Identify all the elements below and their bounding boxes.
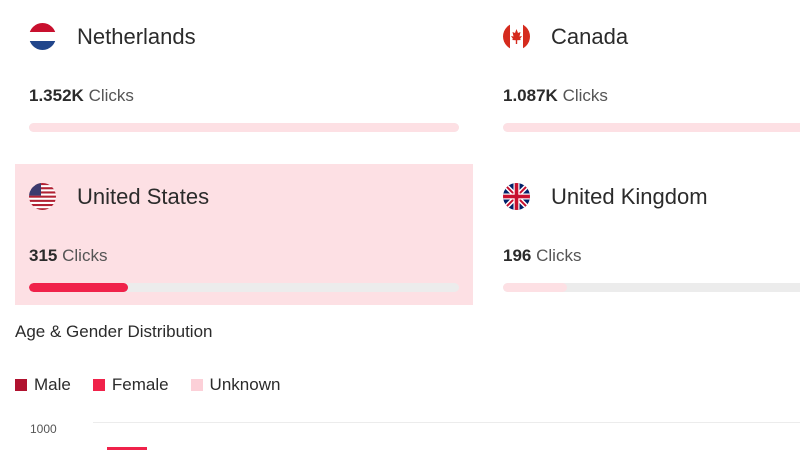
clicks-progress-fill <box>503 283 567 292</box>
chart-legend: Male Female Unknown <box>15 375 302 395</box>
country-card-united-kingdom[interactable]: United Kingdom 196 Clicks <box>489 164 800 305</box>
netherlands-flag-icon <box>29 23 56 50</box>
legend-label: Female <box>111 375 169 394</box>
legend-item-male[interactable]: Male <box>15 375 71 395</box>
clicks-progress-fill <box>29 283 128 292</box>
clicks-count: 196 Clicks <box>503 246 581 266</box>
country-name: Canada <box>551 24 629 49</box>
clicks-value: 315 <box>29 246 58 265</box>
clicks-count: 315 Clicks <box>29 246 107 266</box>
y-axis-tick: 1000 <box>30 422 57 436</box>
clicks-progress-bar <box>503 283 800 292</box>
clicks-label: Clicks <box>62 246 108 265</box>
legend-item-unknown[interactable]: Unknown <box>190 375 281 395</box>
clicks-label: Clicks <box>88 86 134 105</box>
clicks-progress-bar <box>29 283 459 292</box>
legend-swatch-unknown <box>190 379 203 391</box>
clicks-progress-bar <box>503 123 800 132</box>
country-name: United Kingdom <box>551 184 708 209</box>
clicks-label: Clicks <box>536 246 582 265</box>
clicks-count: 1.352K Clicks <box>29 86 134 106</box>
legend-label: Male <box>34 375 71 394</box>
clicks-value: 1.087K <box>503 86 558 105</box>
clicks-value: 1.352K <box>29 86 84 105</box>
chart-gridline <box>93 422 800 423</box>
age-gender-title: Age & Gender Distribution <box>15 322 213 341</box>
country-card-netherlands[interactable]: Netherlands 1.352K Clicks <box>15 4 473 145</box>
clicks-progress-fill <box>29 123 459 132</box>
canada-flag-icon <box>503 23 530 50</box>
country-name: United States <box>77 184 210 209</box>
legend-label: Unknown <box>209 375 281 394</box>
clicks-label: Clicks <box>562 86 608 105</box>
country-card-united-states[interactable]: United States 315 Clicks <box>15 164 473 305</box>
uk-flag-icon <box>503 183 530 210</box>
legend-item-female[interactable]: Female <box>92 375 169 395</box>
legend-swatch-female <box>92 379 105 391</box>
clicks-value: 196 <box>503 246 532 265</box>
legend-swatch-male <box>15 379 27 391</box>
country-card-canada[interactable]: Canada 1.087K Clicks <box>489 4 800 145</box>
country-name: Netherlands <box>77 24 196 49</box>
clicks-count: 1.087K Clicks <box>503 86 608 106</box>
clicks-progress-fill <box>503 123 800 132</box>
usa-flag-icon <box>29 183 56 210</box>
clicks-progress-bar <box>29 123 459 132</box>
